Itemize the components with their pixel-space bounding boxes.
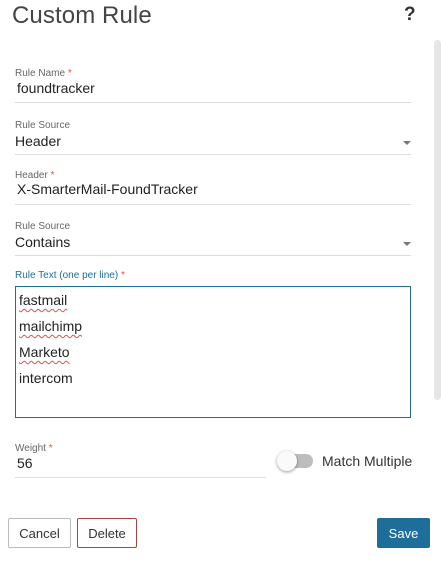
rule-text-line: intercom: [19, 370, 73, 386]
rule-source-select[interactable]: Header: [15, 133, 61, 149]
help-icon[interactable]: ?: [404, 4, 416, 26]
dialog-title: Custom Rule: [12, 2, 152, 29]
match-multiple-label: Match Multiple: [322, 453, 413, 469]
header-label-text: Header: [15, 170, 48, 181]
required-mark: *: [120, 270, 125, 281]
rule-name-label: Rule Name *: [15, 68, 72, 79]
chevron-down-icon[interactable]: [403, 242, 411, 246]
rule-source-label: Rule Source: [15, 120, 71, 131]
rule-text-line: fastmail: [19, 292, 68, 308]
header-input[interactable]: X-SmarterMail-FoundTracker: [17, 181, 198, 197]
required-mark: *: [50, 170, 55, 181]
rule-text-label-text: Rule Text (one per line): [15, 270, 119, 281]
rule-source-2-select[interactable]: Contains: [15, 234, 70, 250]
rule-source-2-underline: [15, 255, 411, 256]
rule-source-underline: [15, 154, 411, 155]
dialog-header: Custom Rule ?: [0, 0, 441, 34]
scrollbar[interactable]: [434, 40, 441, 400]
rule-name-underline: [15, 102, 411, 103]
cancel-button[interactable]: Cancel: [8, 518, 71, 548]
rule-source-2-label: Rule Source: [15, 221, 71, 232]
rule-text-line: mailchimp: [19, 318, 83, 334]
header-label: Header *: [15, 170, 55, 181]
weight-input[interactable]: 56: [17, 455, 33, 471]
delete-button[interactable]: Delete: [77, 518, 137, 548]
chevron-down-icon[interactable]: [403, 141, 411, 145]
rule-text-line: Marketo: [19, 344, 70, 360]
weight-label: Weight *: [15, 443, 53, 454]
rule-text-textarea[interactable]: fastmail mailchimp Marketo intercom: [15, 286, 411, 418]
header-underline: [15, 204, 411, 205]
rule-text-label: Rule Text (one per line) *: [15, 270, 125, 281]
rule-name-input[interactable]: foundtracker: [17, 80, 95, 96]
toggle-knob[interactable]: [277, 451, 297, 471]
weight-underline: [15, 477, 266, 478]
required-mark: *: [67, 68, 72, 79]
required-mark: *: [48, 443, 53, 454]
rule-name-label-text: Rule Name: [15, 68, 66, 79]
save-button[interactable]: Save: [377, 518, 430, 548]
weight-label-text: Weight: [15, 443, 46, 454]
